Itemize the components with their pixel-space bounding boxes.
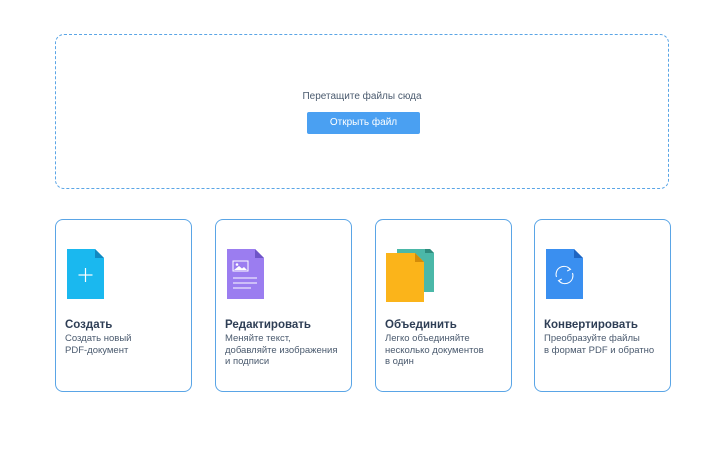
desc-line: в один <box>385 356 414 367</box>
desc-line: несколько документов <box>385 344 484 356</box>
card-title: Конвертировать <box>544 319 638 331</box>
open-file-button[interactable]: Открыть файл <box>307 112 420 134</box>
desc-line: и подписи <box>225 356 270 367</box>
merge-card[interactable]: Объединить Легко объединяйте несколько д… <box>375 219 512 392</box>
desc-line: Легко объединяйте <box>385 333 470 344</box>
create-card[interactable]: Создать Создать новый PDF-документ <box>55 219 192 392</box>
card-description: Меняйте текст, добавляйте изображения и … <box>225 333 349 368</box>
desc-line: Меняйте текст, <box>225 333 291 344</box>
convert-document-icon <box>546 249 583 299</box>
desc-line: в формат PDF и обратно <box>544 344 655 356</box>
new-document-icon <box>67 249 104 299</box>
edit-document-icon <box>227 249 264 299</box>
file-drop-zone[interactable]: Перетащите файлы сюда Открыть файл <box>55 34 669 189</box>
card-description: Создать новый PDF-документ <box>65 333 189 356</box>
desc-line: добавляйте изображения <box>225 344 338 356</box>
card-title: Создать <box>65 319 113 331</box>
desc-line: Преобразуйте файлы <box>544 333 640 344</box>
card-title: Объединить <box>385 319 457 331</box>
desc-line: Создать новый <box>65 333 132 344</box>
start-page: Перетащите файлы сюда Открыть файл Созда… <box>0 0 728 450</box>
card-title: Редактировать <box>225 319 311 331</box>
card-description: Преобразуйте файлы в формат PDF и обратн… <box>544 333 668 356</box>
card-description: Легко объединяйте несколько документов в… <box>385 333 509 368</box>
convert-card[interactable]: Конвертировать Преобразуйте файлы в форм… <box>534 219 671 392</box>
drop-hint: Перетащите файлы сюда <box>302 91 422 102</box>
desc-line: PDF-документ <box>65 344 129 356</box>
edit-card[interactable]: Редактировать Меняйте текст, добавляйте … <box>215 219 352 392</box>
merge-documents-icon <box>386 249 434 302</box>
